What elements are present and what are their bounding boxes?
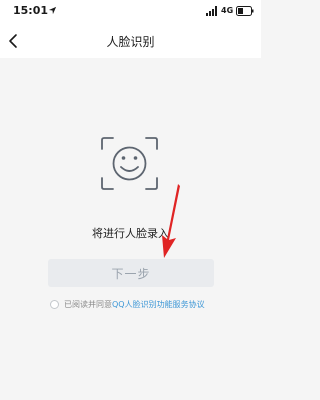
signal-icon xyxy=(206,6,217,16)
location-arrow-icon xyxy=(48,6,57,15)
nav-bar: 人脸识别 xyxy=(0,24,261,58)
agreement-prefix: 已阅读并同意 xyxy=(64,299,112,309)
next-step-button[interactable]: 下一步 xyxy=(48,259,214,287)
network-label: 4G xyxy=(221,6,234,15)
agreement-checkbox[interactable] xyxy=(50,299,59,309)
agreement-row: 已阅读并同意 QQ人脸识别功能服务协议 xyxy=(50,297,205,311)
page-title: 人脸识别 xyxy=(106,35,155,49)
status-time: 15:01 xyxy=(13,4,49,17)
face-entry-prompt: 将进行人脸录入 xyxy=(92,227,169,240)
battery-icon xyxy=(236,6,254,16)
face-scan-icon xyxy=(101,137,158,190)
annotation-arrow xyxy=(162,184,180,258)
status-bar: 15:01 4G xyxy=(0,0,261,24)
agreement-link[interactable]: QQ人脸识别功能服务协议 xyxy=(112,299,205,310)
